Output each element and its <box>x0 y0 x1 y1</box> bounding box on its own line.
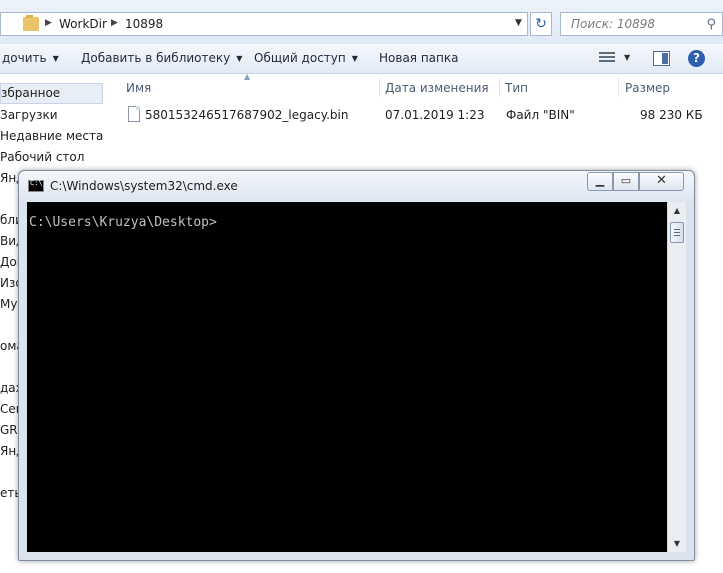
organize-label: дочить <box>2 51 47 65</box>
view-icon[interactable] <box>599 52 615 66</box>
preview-pane-icon[interactable] <box>653 51 670 66</box>
minimize-icon: ▁ <box>595 174 605 187</box>
scroll-thumb[interactable] <box>670 222 684 243</box>
vertical-scrollbar[interactable]: ▲ ▼ <box>667 202 686 552</box>
minimize-button[interactable]: ▁ <box>587 172 613 191</box>
maximize-button[interactable]: ▭ <box>613 172 639 191</box>
breadcrumb-workdir[interactable]: WorkDir <box>59 17 107 31</box>
view-dropdown-icon[interactable]: ▼ <box>624 53 630 62</box>
close-icon: ✕ <box>656 173 667 188</box>
scroll-down-icon[interactable]: ▼ <box>668 535 686 552</box>
maximize-icon: ▭ <box>620 174 632 187</box>
share-button[interactable]: Общий доступ ▼ <box>254 51 358 65</box>
sort-up-icon: ▲ <box>244 72 251 81</box>
file-row[interactable]: 580153246517687902_legacy.bin 07.01.2019… <box>120 103 723 127</box>
console-prompt: C:\Users\Kruzya\Desktop> <box>29 215 217 230</box>
scroll-up-icon[interactable]: ▲ <box>668 202 686 219</box>
share-label: Общий доступ <box>254 51 346 65</box>
folder-icon <box>23 15 39 31</box>
close-button[interactable]: ✕ <box>639 172 684 191</box>
add-to-library-label: Добавить в библиотеку <box>81 51 231 65</box>
address-bar[interactable]: ▶ WorkDir ▶ 10898 ▼ <box>0 12 528 36</box>
chevron-down-icon: ▼ <box>351 54 358 63</box>
file-icon <box>128 106 140 122</box>
cmd-app-icon[interactable] <box>28 179 47 192</box>
file-date: 07.01.2019 1:23 <box>385 108 485 122</box>
address-bar-area: ▶ WorkDir ▶ 10898 ▼ ↻ Поиск: 10898 ⚲ <box>0 0 723 44</box>
column-header-name[interactable]: Имя <box>126 75 151 100</box>
chevron-down-icon: ▼ <box>52 54 59 63</box>
cmd-window-title: C:\Windows\system32\cmd.exe <box>50 179 238 193</box>
console-output[interactable]: C:\Users\Kruzya\Desktop> <box>27 202 667 552</box>
organize-button[interactable]: дочить ▼ <box>2 51 59 65</box>
breadcrumb-separator-icon[interactable]: ▶ <box>45 18 52 28</box>
file-size: 98 230 КБ <box>640 108 703 122</box>
column-divider[interactable] <box>618 77 619 97</box>
breadcrumb-separator-icon[interactable]: ▶ <box>111 18 118 28</box>
help-icon[interactable]: ? <box>688 50 705 67</box>
search-input[interactable]: Поиск: 10898 ⚲ <box>560 12 723 36</box>
breadcrumb-10898[interactable]: 10898 <box>125 17 163 31</box>
search-placeholder: Поиск: 10898 <box>571 17 656 31</box>
new-folder-button[interactable]: Новая папка <box>379 51 458 65</box>
command-bar: дочить ▼ Добавить в библиотеку ▼ Общий дос… <box>0 44 723 74</box>
column-header-date[interactable]: Дата изменения <box>385 75 489 100</box>
nav-item-recent[interactable]: Недавние места <box>0 129 103 143</box>
add-to-library-button[interactable]: Добавить в библиотеку ▼ <box>81 51 242 65</box>
refresh-icon[interactable]: ↻ <box>530 12 552 36</box>
cmd-window[interactable]: C:\Windows\system32\cmd.exe ▁ ▭ ✕ C:\Use… <box>18 170 695 561</box>
file-type: Файл "BIN" <box>506 108 575 122</box>
column-divider[interactable] <box>379 77 380 97</box>
nav-item-favorites[interactable]: збранное <box>0 83 103 104</box>
chevron-down-icon: ▼ <box>236 54 243 63</box>
cmd-titlebar[interactable]: C:\Windows\system32\cmd.exe ▁ ▭ ✕ <box>19 171 694 202</box>
column-divider[interactable] <box>499 77 500 97</box>
nav-item-desktop[interactable]: Рабочий стол <box>0 150 84 164</box>
search-icon: ⚲ <box>706 17 716 32</box>
file-name: 580153246517687902_legacy.bin <box>145 108 349 122</box>
column-header-type[interactable]: Тип <box>505 75 528 100</box>
address-dropdown-icon[interactable]: ▼ <box>515 18 522 28</box>
column-header-size[interactable]: Размер <box>625 75 670 100</box>
nav-item-downloads[interactable]: Загрузки <box>0 108 58 122</box>
